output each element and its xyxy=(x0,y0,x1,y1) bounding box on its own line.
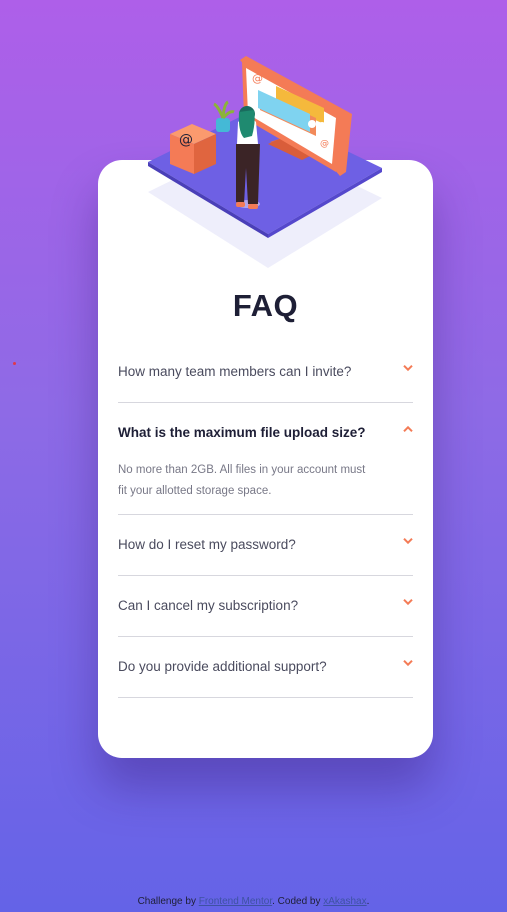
chevron-down-icon xyxy=(403,659,413,667)
footer-text: Challenge by xyxy=(137,896,199,907)
faq-item: What is the maximum file upload size? No… xyxy=(118,403,413,515)
faq-item: How many team members can I invite? xyxy=(118,342,413,403)
chevron-down-icon xyxy=(403,598,413,606)
faq-answer-text: No more than 2GB. All files in your acco… xyxy=(118,464,366,497)
page-title: FAQ xyxy=(232,288,299,323)
faq-question-button[interactable]: Can I cancel my subscription? xyxy=(118,576,413,636)
faq-item: Can I cancel my subscription? xyxy=(118,576,413,637)
faq-question-text: What is the maximum file upload size? xyxy=(118,425,366,440)
attribution-footer: Challenge by Frontend Mentor. Coded by x… xyxy=(0,896,507,907)
faq-answer: No more than 2GB. All files in your acco… xyxy=(118,460,413,514)
faq-question-text: Do you provide additional support? xyxy=(118,659,327,674)
chevron-up-icon xyxy=(403,425,413,433)
faq-question-button[interactable]: What is the maximum file upload size? xyxy=(118,403,413,463)
footer-text: . Coded by xyxy=(272,896,324,907)
faq-question-button[interactable]: How do I reset my password? xyxy=(118,515,413,575)
frontend-mentor-link[interactable]: Frontend Mentor xyxy=(199,896,272,907)
stray-dot xyxy=(13,362,16,365)
faq-item: Do you provide additional support? xyxy=(118,637,413,698)
svg-text:@: @ xyxy=(179,132,193,148)
svg-text:@: @ xyxy=(320,139,329,149)
faq-question-text: How do I reset my password? xyxy=(118,537,296,552)
chevron-down-icon xyxy=(403,364,413,372)
faq-question-text: Can I cancel my subscription? xyxy=(118,598,299,613)
author-link[interactable]: xAkashax xyxy=(323,896,366,907)
faq-item: How do I reset my password? xyxy=(118,515,413,576)
svg-text:@: @ xyxy=(252,72,263,85)
footer-text: . xyxy=(366,896,370,907)
woman-online-illustration: @ @ @ xyxy=(148,56,382,268)
faq-list: How many team members can I invite? What… xyxy=(118,342,413,698)
chevron-down-icon xyxy=(403,537,413,545)
faq-question-button[interactable]: How many team members can I invite? xyxy=(118,342,413,402)
faq-question-button[interactable]: Do you provide additional support? xyxy=(118,637,413,697)
faq-question-text: How many team members can I invite? xyxy=(118,364,352,379)
